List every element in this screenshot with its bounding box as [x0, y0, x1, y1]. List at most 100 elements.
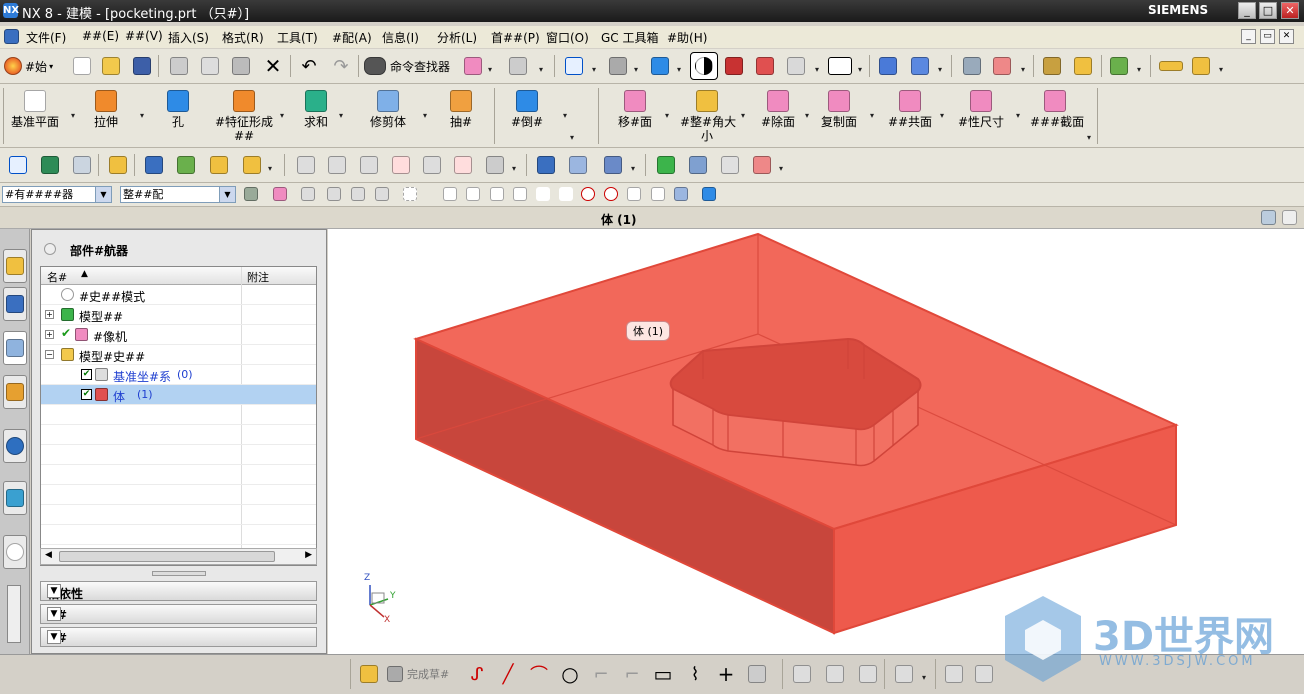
- scroll-right-icon[interactable]: ▶: [305, 550, 312, 560]
- snap-intersection-button[interactable]: [556, 184, 576, 204]
- shaded-view-button[interactable]: [648, 54, 672, 78]
- chevron-down-icon[interactable]: ▼: [47, 630, 61, 644]
- snap-button[interactable]: [1107, 54, 1131, 78]
- redo-button[interactable]: ↷: [329, 54, 353, 78]
- menu-tools[interactable]: 工具(T): [277, 29, 318, 46]
- expand-icon[interactable]: +: [45, 310, 54, 319]
- check-button[interactable]: [654, 153, 678, 177]
- visibility-checkbox[interactable]: ✔: [81, 389, 92, 400]
- tree-row-model-views[interactable]: + 模型##: [41, 305, 316, 325]
- dimension-button[interactable]: [942, 662, 966, 686]
- tree-row-history-mode[interactable]: #史##模式: [41, 285, 316, 305]
- finish-sketch-button[interactable]: 完成草#: [387, 662, 461, 686]
- surface-button-4[interactable]: [389, 153, 413, 177]
- thread-button[interactable]: [534, 153, 558, 177]
- scroll-left-icon[interactable]: ◀: [45, 550, 52, 560]
- menu-file[interactable]: 文件(F): [26, 29, 66, 46]
- trim-body-button[interactable]: 修剪体: [362, 86, 414, 146]
- fit-view-button[interactable]: [562, 54, 586, 78]
- sel-button-2[interactable]: [270, 184, 290, 204]
- mirror-button[interactable]: [972, 662, 996, 686]
- doc-close-button[interactable]: ✕: [1279, 29, 1294, 44]
- tree-row-datum-csys[interactable]: ✔ 基准坐#系 (0): [41, 365, 316, 385]
- wcs-button[interactable]: [990, 54, 1014, 78]
- layer-settings-button[interactable]: [960, 54, 984, 78]
- menu-help[interactable]: #助(H): [667, 29, 707, 46]
- utility-button-8[interactable]: [240, 153, 264, 177]
- surface-button-3[interactable]: [357, 153, 381, 177]
- type-filter-select[interactable]: #有####器 ▼: [2, 186, 112, 203]
- delete-face-button[interactable]: #除面: [757, 86, 799, 146]
- resource-scroll[interactable]: [7, 585, 21, 643]
- tree-row-body[interactable]: ✔ 体 (1): [41, 385, 316, 405]
- snap-point-button-2[interactable]: [463, 184, 483, 204]
- gear-button[interactable]: [601, 153, 625, 177]
- visibility-checkbox[interactable]: ✔: [81, 369, 92, 380]
- edge-blend-button[interactable]: #倒#: [505, 86, 549, 146]
- minimize-button[interactable]: _: [1238, 2, 1256, 19]
- part-family-button[interactable]: [686, 153, 710, 177]
- details-panel[interactable]: ##▼: [40, 604, 317, 624]
- shell-button[interactable]: 抽#: [443, 86, 479, 146]
- spring-button[interactable]: [566, 153, 590, 177]
- snap-quadrant-button[interactable]: [601, 184, 621, 204]
- fillet-button[interactable]: ⌐: [589, 662, 613, 686]
- render-style-button[interactable]: [690, 52, 718, 80]
- rect-select-button[interactable]: [400, 184, 420, 204]
- sel-button-3[interactable]: [298, 184, 318, 204]
- copy-button[interactable]: [198, 54, 222, 78]
- snap-curve-button[interactable]: [533, 184, 553, 204]
- menu-information[interactable]: 信息(I): [382, 29, 419, 46]
- snap-midpoint-button[interactable]: [510, 184, 530, 204]
- tree-row-cameras[interactable]: + ✔ #像机: [41, 325, 316, 345]
- preview-panel[interactable]: ##▼: [40, 627, 317, 647]
- dependencies-panel[interactable]: 相依性 ▼: [40, 581, 317, 601]
- snap-center-button[interactable]: [578, 184, 598, 204]
- feature-pattern-button[interactable]: #特征形成 ##: [214, 86, 274, 146]
- open-button[interactable]: [99, 54, 123, 78]
- horizontal-scrollbar[interactable]: ◀ ▶: [40, 548, 317, 565]
- web-browser-tab[interactable]: [3, 481, 27, 515]
- start-button[interactable]: #始 ▾: [4, 54, 62, 78]
- wireframe-button[interactable]: [722, 54, 746, 78]
- view-options-icon[interactable]: [1261, 210, 1276, 225]
- csys-button[interactable]: [750, 153, 774, 177]
- snap-body-button[interactable]: [699, 184, 719, 204]
- info-button[interactable]: [506, 54, 530, 78]
- transform-button[interactable]: [908, 54, 932, 78]
- resize-blend-button[interactable]: #整#角大小: [680, 86, 736, 146]
- snap-existing-point-button[interactable]: [624, 184, 644, 204]
- save-button[interactable]: [130, 54, 154, 78]
- collapse-icon[interactable]: −: [45, 350, 54, 359]
- utility-button-2[interactable]: [38, 153, 62, 177]
- offset-curve-button[interactable]: [745, 662, 769, 686]
- undo-button[interactable]: ↶: [297, 54, 321, 78]
- point-button[interactable]: +: [714, 662, 738, 686]
- extrude-button[interactable]: 拉伸: [84, 86, 128, 146]
- expand-icon[interactable]: +: [45, 330, 54, 339]
- ruler-button[interactable]: [1157, 54, 1185, 78]
- column-comment-header[interactable]: 附注: [247, 269, 269, 285]
- menu-view[interactable]: ##(V): [125, 29, 163, 43]
- utility-button-5[interactable]: [142, 153, 166, 177]
- profile-button[interactable]: ᔑ: [465, 662, 489, 686]
- menu-assemblies[interactable]: #配(A): [332, 29, 372, 46]
- menu-preferences[interactable]: 首##(P): [491, 29, 540, 46]
- snap-point-on-face-button[interactable]: [671, 184, 691, 204]
- linear-dimension-button[interactable]: #性尺寸: [957, 86, 1005, 146]
- column-name-header[interactable]: 名#: [47, 269, 67, 285]
- surface-button-1[interactable]: [294, 153, 318, 177]
- background-button[interactable]: [826, 54, 854, 78]
- analysis-button[interactable]: [1071, 54, 1095, 78]
- history-tab[interactable]: [3, 535, 27, 569]
- make-coplanar-button[interactable]: ##共面: [887, 86, 933, 146]
- chevron-down-icon[interactable]: ▼: [47, 584, 61, 598]
- sel-button-4[interactable]: [324, 184, 344, 204]
- hidden-edges-button[interactable]: [753, 54, 777, 78]
- sel-button-6[interactable]: [372, 184, 392, 204]
- maximize-button[interactable]: □: [1259, 2, 1277, 19]
- part-navigator-tab[interactable]: [3, 331, 27, 365]
- utility-button-4[interactable]: [106, 153, 130, 177]
- circle-button[interactable]: ○: [558, 662, 582, 686]
- menu-edit[interactable]: ##(E): [82, 29, 119, 43]
